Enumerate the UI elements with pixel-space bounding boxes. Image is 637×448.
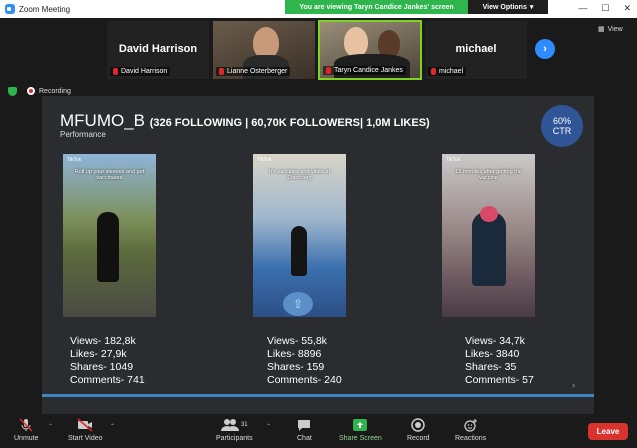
comments-stat: Comments- 240 xyxy=(267,374,342,386)
likes-stat: Likes- 27,9k xyxy=(70,348,127,360)
shares-stat: Shares- 35 xyxy=(465,361,517,373)
views-stat: Views- 34,7k xyxy=(465,335,525,347)
shares-stat: Shares- 159 xyxy=(267,361,325,373)
slide-subtitle: Performance xyxy=(60,130,106,139)
likes-stat: Likes- 3840 xyxy=(465,348,520,360)
window-title: Zoom Meeting xyxy=(19,4,71,14)
share-screen-icon xyxy=(352,418,368,432)
close-icon[interactable]: ✕ xyxy=(623,3,631,14)
likes-stat: Likes- 8896 xyxy=(267,348,322,360)
participant-tile-david[interactable]: David Harrison David Harrison xyxy=(106,20,210,80)
video-caption: 15 minutes after getting the vaccine xyxy=(455,169,522,181)
participant-tile-taryn[interactable]: Taryn Candice Jankes xyxy=(318,20,422,80)
participant-name-tag: Taryn Candice Jankes xyxy=(323,66,406,75)
tiktok-logo: TikTok xyxy=(67,157,82,163)
share-screen-button[interactable]: Share Screen xyxy=(339,418,382,442)
recording-label: Recording xyxy=(39,87,71,95)
record-icon xyxy=(411,418,426,432)
chevron-down-icon: ▾ xyxy=(529,4,534,11)
arrow-up-icon: ⇧ xyxy=(283,292,313,316)
record-button[interactable]: Record xyxy=(407,418,430,442)
unmute-button[interactable]: Unmute xyxy=(14,418,39,442)
views-stat: Views- 55,8k xyxy=(267,335,327,347)
participant-video xyxy=(344,27,368,57)
participant-tile-michael[interactable]: michael michael xyxy=(424,20,528,80)
chevron-up-icon[interactable]: ⌃ xyxy=(266,423,271,430)
mic-off-icon xyxy=(19,418,33,432)
mic-muted-icon xyxy=(431,68,436,75)
leave-button[interactable]: Leave xyxy=(588,423,628,440)
comments-stat: Comments- 57 xyxy=(465,374,534,386)
maximize-icon[interactable]: ☐ xyxy=(601,3,609,14)
reactions-icon xyxy=(463,418,478,432)
mic-muted-icon xyxy=(219,68,224,75)
video-1-metrics: Views- 182,8k Likes- 27,9k Shares- 1049 … xyxy=(70,335,145,387)
shares-stat: Shares- 1049 xyxy=(70,361,134,373)
participant-tile-lianne[interactable]: Lianne Osterberger xyxy=(212,20,316,80)
screen-share-banner: You are viewing Taryn Candice Jankes' sc… xyxy=(285,0,548,14)
slide-title: MFUMO_B (326 FOLLOWING | 60,70K FOLLOWER… xyxy=(60,111,430,130)
minimize-icon[interactable]: — xyxy=(578,3,587,14)
chat-icon xyxy=(297,418,311,432)
participants-icon xyxy=(220,419,239,431)
next-page-button[interactable]: › xyxy=(535,39,555,59)
tiktok-logo: TikTok xyxy=(446,157,461,163)
ctr-badge: 60% CTR xyxy=(541,105,583,147)
participant-name-tag: michael xyxy=(428,67,467,76)
grid-icon: ▦ xyxy=(598,26,605,33)
participants-button[interactable]: 31 Participants xyxy=(216,418,253,442)
mic-muted-icon xyxy=(326,67,331,74)
slide-progress-bar xyxy=(42,394,594,397)
chevron-up-icon[interactable]: ⌃ xyxy=(110,423,115,430)
start-video-button[interactable]: Start Video xyxy=(68,418,103,442)
video-2-metrics: Views- 55,8k Likes- 8896 Shares- 159 Com… xyxy=(267,335,342,387)
chat-button[interactable]: Chat xyxy=(297,418,312,442)
tiktok-video-3: TikTok 15 minutes after getting the vacc… xyxy=(442,154,535,317)
video-caption: It's vaccines and vibes at Discovery xyxy=(269,169,330,181)
views-stat: Views- 182,8k xyxy=(70,335,136,347)
chevron-right-icon: › xyxy=(543,43,547,55)
chevron-up-icon[interactable]: ⌃ xyxy=(48,423,53,430)
mic-muted-icon xyxy=(113,68,118,75)
tiktok-video-2: TikTok It's vaccines and vibes at Discov… xyxy=(253,154,346,317)
comments-stat: Comments- 741 xyxy=(70,374,145,386)
reactions-button[interactable]: Reactions xyxy=(455,418,486,442)
participant-name-tag: Lianne Osterberger xyxy=(216,67,291,76)
tiktok-video-1: TikTok Roll up your sleeves and get vacc… xyxy=(63,154,156,317)
video-3-metrics: Views- 34,7k Likes- 3840 Shares- 35 Comm… xyxy=(465,335,534,387)
view-button[interactable]: ▦ View xyxy=(598,25,623,34)
zoom-app-icon xyxy=(5,4,15,14)
viewing-message: You are viewing Taryn Candice Jankes' sc… xyxy=(285,0,468,14)
video-off-icon xyxy=(77,418,93,432)
account-stats: (326 FOLLOWING | 60,70K FOLLOWERS| 1,0M … xyxy=(149,117,430,129)
shield-icon[interactable] xyxy=(8,86,17,96)
chevron-right-icon[interactable]: › xyxy=(572,380,575,390)
participant-name-tag: David Harrison xyxy=(110,67,171,76)
view-options-button[interactable]: View Options ▾ xyxy=(468,0,548,14)
tiktok-logo: TikTok xyxy=(257,157,272,163)
window-controls: — ☐ ✕ xyxy=(578,3,631,14)
slide-progress-fill xyxy=(42,394,594,397)
record-dot-icon xyxy=(27,87,35,95)
video-caption: Roll up your sleeves and get vaccinated xyxy=(74,169,145,181)
participants-count: 31 xyxy=(240,422,248,428)
